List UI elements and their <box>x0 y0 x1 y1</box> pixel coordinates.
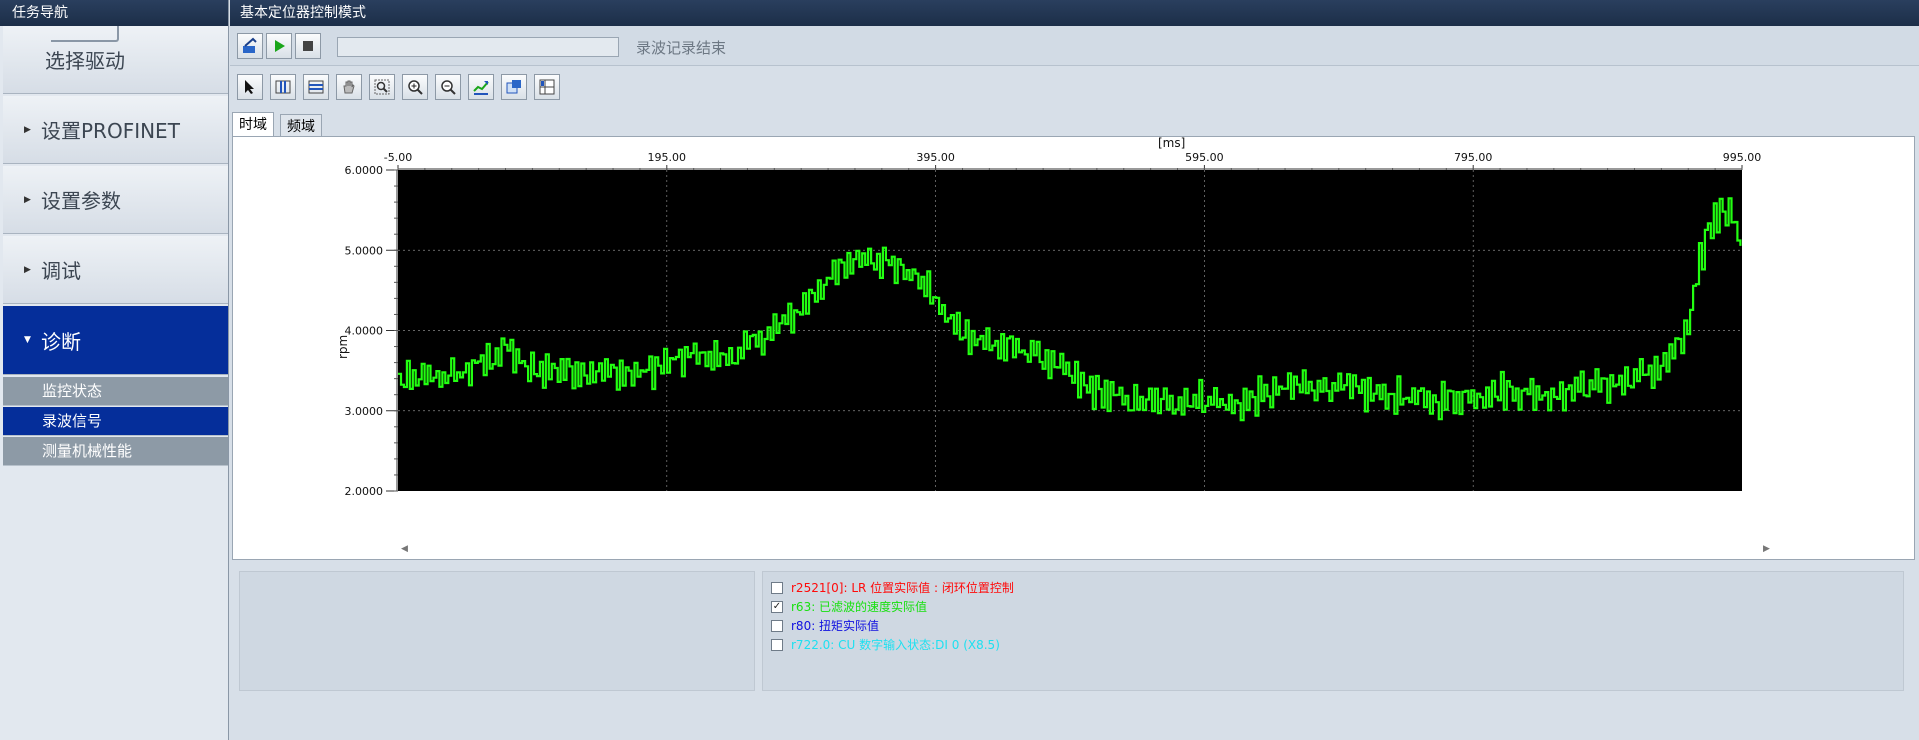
sub-item-measure-mechanics[interactable]: 测量机械性能 <box>3 437 228 466</box>
pointer-icon <box>245 80 254 94</box>
nav-step-label: 选择驱动 <box>45 49 125 73</box>
auto-scale-button[interactable] <box>468 74 494 100</box>
trace-toolbar: 录波记录结束 <box>230 26 1919 66</box>
signal-row-position: r2521[0]: LR 位置实际值 : 闭环位置控制 <box>771 578 1903 597</box>
zoom-in-button[interactable] <box>402 74 428 100</box>
vertical-cursor-icon <box>275 80 291 94</box>
y-tick-label: 4.0000 <box>345 325 384 338</box>
triangle-right-icon: ▶ <box>24 264 31 275</box>
zoom-out-button[interactable] <box>435 74 461 100</box>
triangle-right-icon: ▶ <box>24 194 31 205</box>
auto-scale-icon <box>473 81 489 95</box>
nav-step-label: 诊断 <box>41 329 81 354</box>
sub-item-label: 测量机械性能 <box>42 442 133 460</box>
signal-label[interactable]: r2521[0]: LR 位置实际值 : 闭环位置控制 <box>791 579 1014 596</box>
scroll-left-icon[interactable]: ◀ <box>401 544 408 554</box>
zoom-in-icon <box>408 80 423 95</box>
configure-icon <box>243 37 257 53</box>
x-tick-label: 595.00 <box>1185 151 1224 164</box>
nav-step-commissioning[interactable]: ▶ 调试 <box>3 236 228 304</box>
sub-item-label: 录波信号 <box>42 412 103 430</box>
vertical-cursor-button[interactable] <box>270 74 296 100</box>
trace-chart[interactable]: [ms] rpm -5.00 195.00 395.00 595.00 795.00 99… <box>233 137 1916 561</box>
x-tick-label: 995.00 <box>1723 151 1762 164</box>
x-tick-label: 195.00 <box>648 151 687 164</box>
signal-row-torque: r80: 扭矩实际值 <box>771 616 1903 635</box>
horizontal-cursor-button[interactable] <box>303 74 329 100</box>
triangle-down-icon: ▼ <box>24 335 31 345</box>
pan-tool-button[interactable] <box>336 74 362 100</box>
x-tick-label: -5.00 <box>384 151 412 164</box>
signal-label[interactable]: r80: 扭矩实际值 <box>791 617 879 634</box>
signal-label[interactable]: r63: 已滤波的速度实际值 <box>791 598 927 615</box>
y-tick-label: 6.0000 <box>345 164 384 177</box>
export-icon <box>506 80 521 94</box>
stop-trace-button[interactable] <box>295 33 321 59</box>
y-tick-label: 5.0000 <box>345 244 384 257</box>
select-tool-button[interactable] <box>237 74 263 100</box>
sub-item-monitor-status[interactable]: 监控状态 <box>3 377 228 406</box>
zoom-out-icon <box>441 80 456 95</box>
nav-step-diagnostics[interactable]: ▼ 诊断 <box>3 306 228 375</box>
tab-time-domain[interactable]: 时域 <box>232 112 274 137</box>
trace-progress-bar <box>337 37 619 57</box>
signal-checkbox[interactable] <box>771 638 783 651</box>
nav-step-setup-profinet[interactable]: ▶ 设置PROFINET <box>3 96 228 164</box>
signal-checkbox[interactable] <box>771 581 783 594</box>
horizontal-cursor-icon <box>308 80 324 94</box>
x-tick-label: 795.00 <box>1454 151 1493 164</box>
stop-icon <box>303 41 313 51</box>
hand-icon <box>343 80 355 94</box>
nav-step-label: 设置参数 <box>41 189 121 213</box>
configure-trace-button[interactable] <box>237 33 263 59</box>
nav-title: 任务导航 <box>0 0 228 26</box>
nav-step-label: 调试 <box>41 259 81 283</box>
signal-checkbox[interactable] <box>771 619 783 632</box>
chart-toolbar <box>230 74 1919 104</box>
signal-row-speed: ✓ r63: 已滤波的速度实际值 <box>771 597 1903 616</box>
sub-item-trace-signals[interactable]: 录波信号 <box>3 407 228 436</box>
triangle-right-icon: ▶ <box>24 124 31 135</box>
y-tick-label: 3.0000 <box>345 405 384 418</box>
task-navigation-panel: 任务导航 选择驱动 ▶ 设置PROFINET ▶ 设置参数 ▶ 调试 ▼ 诊断 … <box>0 0 229 740</box>
x-tick-label: 395.00 <box>916 151 955 164</box>
sub-item-label: 监控状态 <box>42 382 103 400</box>
legend-empty-pane <box>239 571 755 691</box>
signal-list: r2521[0]: LR 位置实际值 : 闭环位置控制 ✓ r63: 已滤波的速… <box>762 571 1904 691</box>
play-icon <box>275 40 285 52</box>
signal-checkbox[interactable]: ✓ <box>771 600 783 613</box>
y-axis-label: rpm <box>336 335 350 359</box>
nav-step-select-drive[interactable]: 选择驱动 <box>3 26 228 94</box>
zoom-area-button[interactable] <box>369 74 395 100</box>
zoom-area-icon <box>374 79 390 95</box>
export-button[interactable] <box>501 74 527 100</box>
trace-status-text: 录波记录结束 <box>636 39 727 57</box>
chart-settings-button[interactable] <box>534 74 560 100</box>
trace-chart-panel: [ms] rpm -5.00 195.00 395.00 595.00 795.00 99… <box>232 136 1915 560</box>
signal-label[interactable]: r722.0: CU 数字输入状态:DI 0 (X8.5) <box>791 636 1000 653</box>
nav-step-label: 设置PROFINET <box>41 119 180 143</box>
x-axis-unit-label: [ms] <box>1158 137 1185 150</box>
scroll-right-icon[interactable]: ▶ <box>1763 544 1770 554</box>
nav-step-set-parameters[interactable]: ▶ 设置参数 <box>3 166 228 234</box>
main-panel: 基本定位器控制模式 录波记录结束 时域 频域 [ms] rpm -5.00 19… <box>230 0 1919 740</box>
y-tick-label: 2.0000 <box>345 485 384 498</box>
start-trace-button[interactable] <box>266 33 292 59</box>
tab-frequency-domain[interactable]: 频域 <box>280 114 322 137</box>
signal-row-digital-input: r722.0: CU 数字输入状态:DI 0 (X8.5) <box>771 635 1903 654</box>
main-title: 基本定位器控制模式 <box>230 0 1919 26</box>
chart-settings-icon <box>539 79 555 95</box>
tab-notch <box>51 26 119 42</box>
